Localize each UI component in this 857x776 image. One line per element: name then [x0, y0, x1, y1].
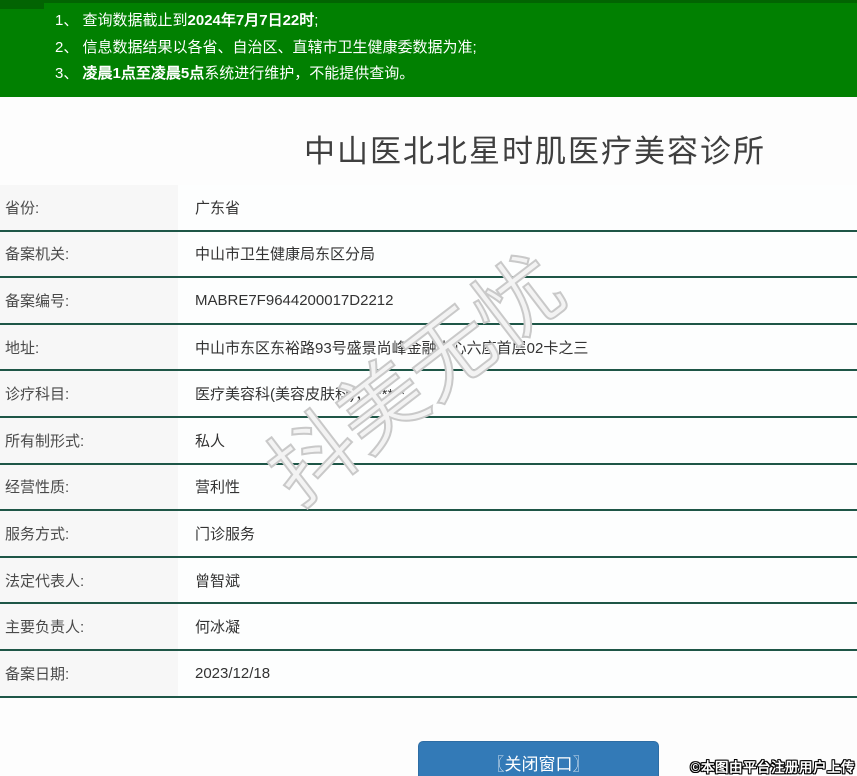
table-row-ownership-form: 所有制形式: 私人 — [0, 417, 857, 465]
row-label: 所有制形式: — [0, 417, 178, 463]
table-row-record-authority: 备案机关: 中山市卫生健康局东区分局 — [0, 231, 857, 279]
header-top-strip — [0, 0, 857, 3]
notice-bar: 1、 查询数据截止到2024年7月7日22时; 2、 信息数据结果以各省、自治区… — [0, 0, 857, 97]
table-row-principal: 主要负责人: 何冰凝 — [0, 604, 857, 651]
notice-line-3: 3、 凌晨1点至凌晨5点系统进行维护，不能提供查询。 — [55, 61, 847, 88]
row-value: 2023/12/18 — [195, 664, 271, 682]
notice-1-pre: 1、 查询数据截止到 — [55, 12, 188, 29]
row-label: 主要负责人: — [0, 604, 178, 649]
notice-1-post: ; — [314, 12, 319, 29]
notice-2-pre: 2、 信息数据结果以各省、自治区、直辖市卫生健康委数据为准; — [55, 38, 477, 56]
row-value: 医疗美容科(美容皮肤科)；****** — [195, 386, 406, 404]
table-row-service-mode: 服务方式: 门诊服务 — [0, 511, 857, 558]
row-value: MABRE7F9644200017D2212 — [195, 291, 394, 309]
row-label: 法定代表人: — [0, 557, 178, 603]
row-label: 服务方式: — [0, 511, 178, 556]
close-window-button[interactable]: 〖关闭窗口〗 — [418, 741, 659, 776]
row-label: 诊疗科目: — [0, 371, 178, 416]
record-detail-page: 1、 查询数据截止到2024年7月7日22时; 2、 信息数据结果以各省、自治区… — [0, 0, 857, 776]
row-label: 省份: — [0, 185, 178, 230]
row-label: 备案编号: — [0, 278, 178, 323]
table-row-business-nature: 经营性质: 营利性 — [0, 464, 857, 512]
table-row-record-date: 备案日期: 2023/12/18 — [0, 650, 857, 698]
header-corner-shade — [0, 0, 44, 9]
row-label: 经营性质: — [0, 464, 178, 510]
table-row-treatment-subjects: 诊疗科目: 医疗美容科(美容皮肤科)；****** — [0, 371, 857, 418]
row-value: 中山市东区东裕路93号盛景尚峰金融中心六座首层02卡之三 — [195, 339, 589, 357]
row-value: 门诊服务 — [195, 525, 256, 543]
notice-line-2: 2、 信息数据结果以各省、自治区、直辖市卫生健康委数据为准; — [55, 35, 847, 62]
row-label: 地址: — [0, 324, 178, 370]
notice-line-1: 1、 查询数据截止到2024年7月7日22时; — [55, 8, 847, 35]
notice-3-post: 系统进行维护，不能提供查询。 — [204, 65, 415, 82]
row-value: 何冰凝 — [195, 619, 241, 637]
upload-attribution-label: ©本图由平台注册用户上传 — [690, 760, 855, 775]
row-value: 中山市卫生健康局东区分局 — [195, 246, 376, 264]
table-row-record-number: 备案编号: MABRE7F9644200017D2212 — [0, 278, 857, 325]
page-title: 中山医北北星时肌医疗美容诊所 — [304, 134, 766, 169]
table-row-province: 省份: 广东省 — [0, 185, 857, 232]
table-row-address: 地址: 中山市东区东裕路93号盛景尚峰金融中心六座首层02卡之三 — [0, 324, 857, 372]
row-label: 备案日期: — [0, 650, 178, 696]
row-value: 私人 — [195, 432, 226, 450]
notice-3-pre: 3、 — [55, 65, 83, 82]
table-row-legal-representative: 法定代表人: 曾智斌 — [0, 557, 857, 605]
notice-1-bold: 2024年7月7日22时 — [187, 12, 315, 29]
info-table: 省份: 广东省 备案机关: 中山市卫生健康局东区分局 备案编号: MABRE7F… — [0, 185, 857, 698]
row-value: 广东省 — [195, 199, 241, 217]
row-value: 营利性 — [195, 479, 241, 497]
row-value: 曾智斌 — [195, 572, 241, 590]
row-label: 备案机关: — [0, 231, 178, 277]
notice-3-bold: 凌晨1点至凌晨5点 — [82, 65, 205, 82]
